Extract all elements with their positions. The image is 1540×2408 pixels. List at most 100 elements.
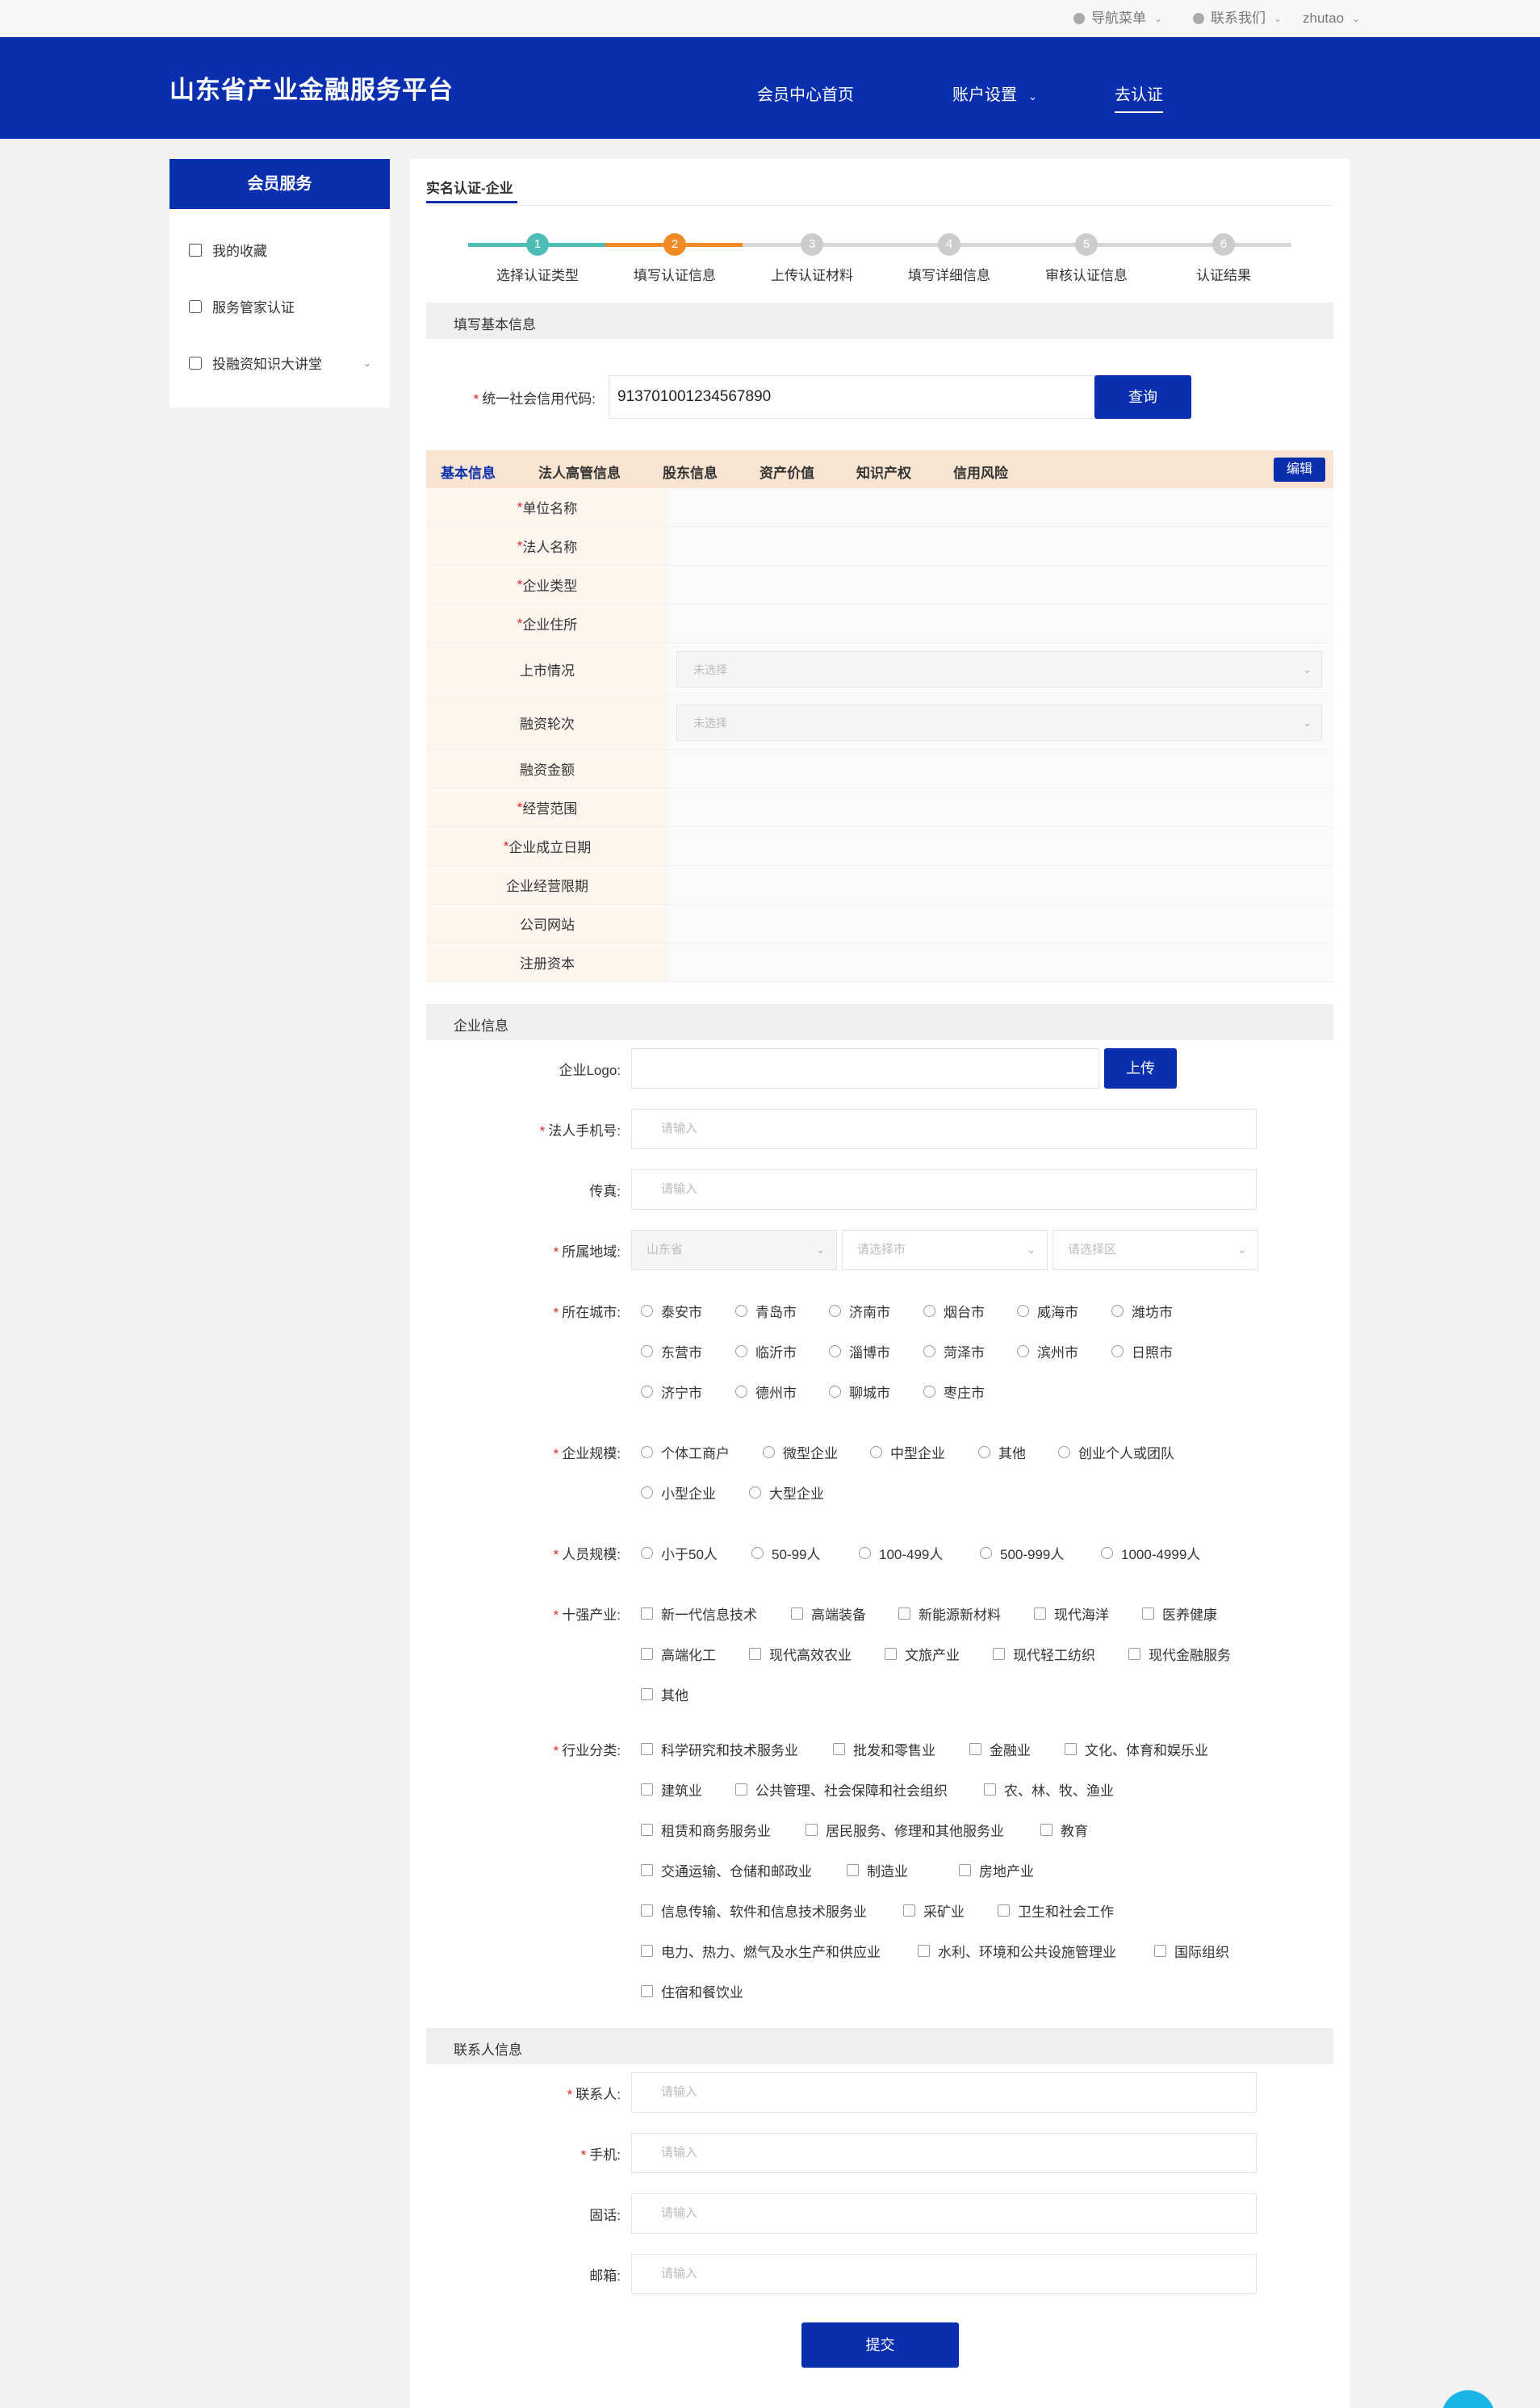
checkbox-icon bbox=[1128, 1648, 1140, 1660]
industry10-checkbox[interactable]: 现代海洋 bbox=[1034, 1603, 1109, 1624]
sidebar-item-knowledge[interactable]: 投融资知识大讲堂 ⌄ bbox=[189, 353, 383, 373]
tab-asset-value[interactable]: 资产价值 bbox=[760, 462, 814, 482]
category-checkbox[interactable]: 批发和零售业 bbox=[833, 1739, 935, 1759]
category-checkbox[interactable]: 电力、热力、燃气及水生产和供应业 bbox=[641, 1941, 881, 1961]
category-checkbox[interactable]: 房地产业 bbox=[959, 1860, 1034, 1880]
tab-shareholders[interactable]: 股东信息 bbox=[663, 462, 718, 482]
nav-go-certify[interactable]: 去认证 bbox=[1115, 82, 1163, 113]
category-checkbox[interactable]: 采矿业 bbox=[903, 1900, 965, 1921]
staff-radio[interactable]: 1000-4999人 bbox=[1101, 1543, 1200, 1563]
city-radio[interactable]: 日照市 bbox=[1111, 1341, 1173, 1361]
industry10-checkbox[interactable]: 高端装备 bbox=[791, 1603, 866, 1624]
category-checkbox[interactable]: 教育 bbox=[1040, 1820, 1088, 1840]
tab-enterprise-cert[interactable]: 实名认证-企业 bbox=[426, 177, 513, 197]
industry10-checkbox[interactable]: 高端化工 bbox=[641, 1644, 716, 1664]
city-radio[interactable]: 聊城市 bbox=[829, 1382, 890, 1402]
scale-radio[interactable]: 其他 bbox=[978, 1442, 1026, 1462]
city-radio[interactable]: 济宁市 bbox=[641, 1382, 702, 1402]
province-select[interactable]: 山东省 ⌄ bbox=[631, 1230, 837, 1270]
email-input[interactable]: 请输入 bbox=[631, 2254, 1257, 2294]
tab-basic-info[interactable]: 基本信息 bbox=[441, 462, 496, 482]
category-checkbox[interactable]: 交通运输、仓储和邮政业 bbox=[641, 1860, 812, 1880]
category-checkbox[interactable]: 卫生和社会工作 bbox=[998, 1900, 1114, 1921]
category-checkbox[interactable]: 住宿和餐饮业 bbox=[641, 1981, 743, 2001]
city-radio[interactable]: 济南市 bbox=[829, 1301, 890, 1321]
category-checkbox[interactable]: 国际组织 bbox=[1154, 1941, 1229, 1961]
contact-dropdown[interactable]: 联系我们 ⌄ bbox=[1193, 0, 1282, 37]
industry10-checkbox[interactable]: 现代轻工纺织 bbox=[993, 1644, 1095, 1664]
fax-input[interactable]: 请输入 bbox=[631, 1169, 1257, 1210]
city-radio[interactable]: 威海市 bbox=[1017, 1301, 1078, 1321]
scale-radio[interactable]: 微型企业 bbox=[763, 1442, 838, 1462]
floating-service-button[interactable] bbox=[1442, 2390, 1495, 2408]
category-checkbox[interactable]: 公共管理、社会保障和社会组织 bbox=[735, 1779, 948, 1800]
category-checkbox[interactable]: 农、林、牧、渔业 bbox=[984, 1779, 1114, 1800]
city-radio[interactable]: 德州市 bbox=[735, 1382, 797, 1402]
industry10-checkbox[interactable]: 现代高效农业 bbox=[749, 1644, 852, 1664]
category-checkbox[interactable]: 金融业 bbox=[969, 1739, 1031, 1759]
industry10-checkbox[interactable]: 其他 bbox=[641, 1684, 688, 1704]
staff-radio[interactable]: 50-99人 bbox=[751, 1543, 820, 1563]
category-checkbox[interactable]: 制造业 bbox=[847, 1860, 908, 1880]
info-row-select[interactable]: 未选择 ⌄ bbox=[676, 651, 1322, 688]
step-6-label: 认证结果 bbox=[1196, 268, 1251, 283]
industry10-checkbox[interactable]: 新能源新材料 bbox=[898, 1603, 1001, 1624]
staff-radio[interactable]: 小于50人 bbox=[641, 1543, 718, 1563]
category-checkbox[interactable]: 水利、环境和公共设施管理业 bbox=[918, 1941, 1116, 1961]
city-radio[interactable]: 临沂市 bbox=[735, 1341, 797, 1361]
staff-radio[interactable]: 100-499人 bbox=[859, 1543, 943, 1563]
category-checkbox[interactable]: 建筑业 bbox=[641, 1779, 702, 1800]
site-brand[interactable]: 山东省产业金融服务平台 bbox=[169, 69, 454, 106]
fax-label: 传真: bbox=[589, 1184, 621, 1199]
city-radio[interactable]: 滨州市 bbox=[1017, 1341, 1078, 1361]
industry10-checkbox[interactable]: 现代金融服务 bbox=[1128, 1644, 1231, 1664]
city-radio[interactable]: 泰安市 bbox=[641, 1301, 702, 1321]
nav-member-home[interactable]: 会员中心首页 bbox=[757, 82, 854, 105]
submit-button[interactable]: 提交 bbox=[801, 2322, 959, 2368]
category-checkbox[interactable]: 文化、体育和娱乐业 bbox=[1065, 1739, 1208, 1759]
scale-radio[interactable]: 个体工商户 bbox=[641, 1442, 730, 1462]
scale-radio[interactable]: 创业个人或团队 bbox=[1058, 1442, 1174, 1462]
city-radio[interactable]: 烟台市 bbox=[923, 1301, 985, 1321]
tab-intellectual-property[interactable]: 知识产权 bbox=[856, 462, 911, 482]
nav-menu-dropdown[interactable]: 导航菜单 ⌄ bbox=[1073, 0, 1162, 37]
tel-input[interactable]: 请输入 bbox=[631, 2193, 1257, 2234]
city-radio[interactable]: 枣庄市 bbox=[923, 1382, 985, 1402]
city-radio[interactable]: 菏泽市 bbox=[923, 1341, 985, 1361]
sidebar-item-favorites[interactable]: 我的收藏 bbox=[189, 240, 267, 260]
category-checkbox[interactable]: 信息传输、软件和信息技术服务业 bbox=[641, 1900, 867, 1921]
industry10-checkbox[interactable]: 文旅产业 bbox=[885, 1644, 960, 1664]
nav-account-settings[interactable]: 账户设置 ⌄ bbox=[952, 82, 1037, 105]
logo-input[interactable] bbox=[631, 1048, 1099, 1089]
credit-code-input[interactable]: 913701001234567890 bbox=[609, 375, 1095, 419]
edit-button[interactable]: 编辑 bbox=[1274, 458, 1325, 482]
city-radio[interactable]: 潍坊市 bbox=[1111, 1301, 1173, 1321]
city-radio[interactable]: 淄博市 bbox=[829, 1341, 890, 1361]
query-button[interactable]: 查询 bbox=[1094, 375, 1191, 419]
tab-legal-executives[interactable]: 法人高管信息 bbox=[538, 462, 621, 482]
mobile-input[interactable]: 请输入 bbox=[631, 2133, 1257, 2173]
city-select[interactable]: 请选择市 ⌄ bbox=[842, 1230, 1048, 1270]
industry10-checkbox[interactable]: 新一代信息技术 bbox=[641, 1603, 757, 1624]
city-radio-label: 德州市 bbox=[755, 1386, 797, 1401]
district-select[interactable]: 请选择区 ⌄ bbox=[1052, 1230, 1258, 1270]
city-radio[interactable]: 青岛市 bbox=[735, 1301, 797, 1321]
staff-radio[interactable]: 500-999人 bbox=[980, 1543, 1064, 1563]
legal-phone-input[interactable]: 请输入 bbox=[631, 1109, 1257, 1149]
tab-credit-risk[interactable]: 信用风险 bbox=[953, 462, 1008, 482]
industry10-checkbox[interactable]: 医养健康 bbox=[1142, 1603, 1217, 1624]
upload-button[interactable]: 上传 bbox=[1104, 1048, 1177, 1089]
category-checkbox[interactable]: 租赁和商务服务业 bbox=[641, 1820, 771, 1840]
contact-name-input[interactable]: 请输入 bbox=[631, 2072, 1257, 2113]
scale-radio[interactable]: 大型企业 bbox=[749, 1482, 824, 1503]
sidebar-item-steward-cert[interactable]: 服务管家认证 bbox=[189, 296, 295, 316]
user-dropdown[interactable]: zhutao ⌄ bbox=[1303, 0, 1360, 37]
scale-radio[interactable]: 中型企业 bbox=[870, 1442, 945, 1462]
info-row-select[interactable]: 未选择 ⌄ bbox=[676, 704, 1322, 741]
checkbox-icon bbox=[641, 1607, 653, 1620]
logo-label: 企业Logo: bbox=[559, 1063, 621, 1078]
category-checkbox[interactable]: 科学研究和技术服务业 bbox=[641, 1739, 798, 1759]
city-radio[interactable]: 东营市 bbox=[641, 1341, 702, 1361]
category-checkbox[interactable]: 居民服务、修理和其他服务业 bbox=[806, 1820, 1004, 1840]
scale-radio[interactable]: 小型企业 bbox=[641, 1482, 716, 1503]
